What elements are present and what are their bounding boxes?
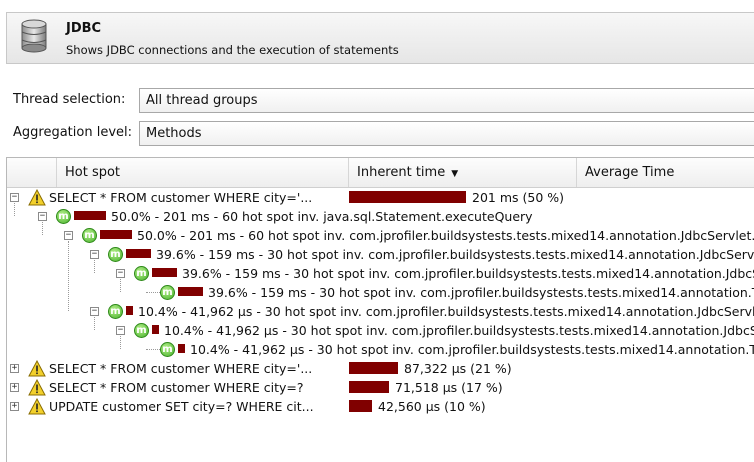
table-row-method[interactable]: − m 39.6% - 159 ms - 30 hot spot inv. com.…	[7, 264, 754, 283]
method-label: 10.4% - 41,962 µs - 30 hot spot inv. com…	[190, 342, 754, 357]
database-icon	[20, 19, 48, 56]
collapse-icon[interactable]: −	[38, 212, 47, 221]
method-time-bar	[152, 325, 159, 334]
method-icon: m	[134, 323, 149, 338]
table-row-method[interactable]: − m 39.6% - 159 ms - 30 hot spot inv. com.…	[7, 245, 754, 264]
page-subtitle: Shows JDBC connections and the execution…	[66, 43, 399, 57]
method-time-bar	[178, 287, 203, 296]
inherent-time-bar	[349, 381, 389, 393]
method-time-bar	[100, 230, 132, 239]
table-row-jdbc-statement[interactable]: + UPDATE customer SET city=? WHERE cit...…	[7, 397, 754, 416]
hot-spot-tree: − SELECT * FROM customer WHERE city='... 2…	[7, 187, 754, 462]
statement-label: SELECT * FROM customer WHERE city='...	[49, 361, 313, 376]
method-icon: m	[160, 285, 175, 300]
thread-selection-dropdown[interactable]: All thread groups	[139, 88, 754, 113]
column-header-hot-spot[interactable]: Hot spot	[57, 158, 349, 187]
statement-label: SELECT * FROM customer WHERE city=?	[49, 380, 304, 395]
statement-label: UPDATE customer SET city=? WHERE cit...	[49, 399, 314, 414]
inherent-time-value: 87,322 µs (21 %)	[404, 361, 512, 376]
aggregation-level-dropdown[interactable]: Methods	[139, 121, 754, 146]
table-row-method[interactable]: m 39.6% - 159 ms - 30 hot spot inv. com.j…	[7, 283, 754, 302]
inherent-time-value: 42,560 µs (10 %)	[378, 399, 486, 414]
method-time-bar	[126, 249, 151, 258]
inherent-time-value: 201 ms (50 %)	[472, 190, 565, 205]
header-spacer	[7, 158, 57, 187]
inherent-time-bar	[349, 400, 372, 412]
method-label: 39.6% - 159 ms - 30 hot spot inv. com.jp…	[156, 247, 754, 262]
collapse-icon[interactable]: −	[90, 307, 99, 316]
hot-spots-table: Hot spot Inherent time ▼ Average Time − SE…	[6, 157, 754, 462]
table-header: Hot spot Inherent time ▼ Average Time	[7, 158, 754, 188]
method-time-bar	[126, 306, 133, 315]
collapse-icon[interactable]: −	[90, 250, 99, 259]
method-icon: m	[134, 266, 149, 281]
table-row-method[interactable]: − m 50.0% - 201 ms - 60 hot spot inv. java…	[7, 207, 754, 226]
expand-icon[interactable]: +	[10, 383, 19, 392]
column-header-hot-spot-label: Hot spot	[65, 165, 121, 180]
inherent-time-bar	[349, 362, 398, 374]
table-row-method[interactable]: − m 50.0% - 201 ms - 60 hot spot inv. com.…	[7, 226, 754, 245]
table-row-method[interactable]: − m 10.4% - 41,962 µs - 30 hot spot inv. c…	[7, 302, 754, 321]
table-row-jdbc-statement[interactable]: + SELECT * FROM customer WHERE city=? 71,5…	[7, 378, 754, 397]
thread-selection-label: Thread selection:	[13, 92, 126, 107]
column-header-average-time-label: Average Time	[585, 165, 675, 180]
method-icon: m	[82, 228, 97, 243]
column-header-average-time[interactable]: Average Time	[577, 158, 754, 187]
collapse-icon[interactable]: −	[116, 269, 125, 278]
table-row-method[interactable]: m 10.4% - 41,962 µs - 30 hot spot inv. co…	[7, 340, 754, 359]
table-row-method[interactable]: − m 10.4% - 41,962 µs - 30 hot spot inv. c…	[7, 321, 754, 340]
collapse-icon[interactable]: −	[10, 193, 19, 202]
inherent-time-bar	[349, 191, 466, 203]
table-row-jdbc-statement[interactable]: − SELECT * FROM customer WHERE city='... 2…	[7, 188, 754, 207]
method-time-bar	[178, 344, 185, 353]
table-row-jdbc-statement[interactable]: + SELECT * FROM customer WHERE city='... 8…	[7, 359, 754, 378]
aggregation-level-label: Aggregation level:	[13, 125, 132, 140]
statement-label: SELECT * FROM customer WHERE city='...	[49, 190, 313, 205]
view-header: JDBC Shows JDBC connections and the exec…	[6, 12, 754, 64]
method-time-bar	[74, 211, 106, 220]
method-icon: m	[160, 342, 175, 357]
method-label: 39.6% - 159 ms - 30 hot spot inv. com.jp…	[182, 266, 754, 281]
expand-icon[interactable]: +	[10, 402, 19, 411]
page-title: JDBC	[66, 21, 102, 36]
warning-icon	[28, 378, 46, 399]
method-label: 10.4% - 41,962 µs - 30 hot spot inv. com…	[138, 304, 754, 319]
method-label: 10.4% - 41,962 µs - 30 hot spot inv. com…	[164, 323, 754, 338]
method-time-bar	[152, 268, 177, 277]
expand-icon[interactable]: +	[10, 364, 19, 373]
method-icon: m	[108, 247, 123, 262]
warning-icon	[28, 397, 46, 418]
inherent-time-value: 71,518 µs (17 %)	[395, 380, 503, 395]
column-header-inherent-time-label: Inherent time	[357, 165, 446, 180]
method-label: 50.0% - 201 ms - 60 hot spot inv. java.s…	[111, 209, 533, 224]
sort-descending-icon: ▼	[451, 169, 459, 179]
column-header-inherent-time[interactable]: Inherent time ▼	[349, 158, 577, 187]
method-icon: m	[108, 304, 123, 319]
method-label: 39.6% - 159 ms - 30 hot spot inv. com.jp…	[208, 285, 754, 300]
method-icon: m	[56, 209, 71, 224]
collapse-icon[interactable]: −	[64, 231, 73, 240]
warning-icon	[28, 188, 46, 209]
warning-icon	[28, 359, 46, 380]
collapse-icon[interactable]: −	[116, 326, 125, 335]
method-label: 50.0% - 201 ms - 60 hot spot inv. com.jp…	[137, 228, 754, 243]
